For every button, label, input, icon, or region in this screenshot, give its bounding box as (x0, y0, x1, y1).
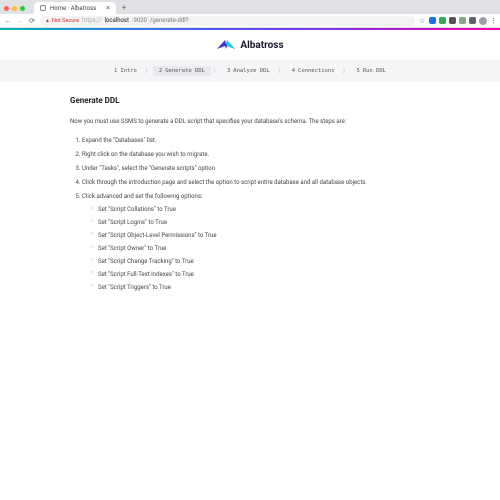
step-number: 2 (159, 68, 162, 74)
minimize-window-icon[interactable] (12, 6, 17, 11)
url-port: :9020 (132, 17, 147, 24)
toolbar: ← → ⟳ Not Secure https://localhost:9020/… (0, 14, 500, 28)
extension-icon[interactable] (439, 17, 446, 24)
app-header: Albatross (0, 30, 500, 60)
window-controls (4, 6, 25, 11)
instruction-item: Expand the "Databases" list. (82, 136, 430, 145)
brand-name: Albatross (240, 40, 283, 51)
option-list: Set "Script Collations" to True Set "Scri… (82, 205, 430, 292)
not-secure-badge[interactable]: Not Secure (45, 18, 79, 24)
chevron-right-icon: 〉 (211, 66, 221, 76)
step-intro[interactable]: 1Intro (108, 66, 143, 76)
address-bar[interactable]: Not Secure https://localhost:9020/genera… (40, 16, 415, 26)
intro-text: Now you must use SSMS to generate a DDL … (70, 117, 430, 126)
step-number: 5 (357, 68, 360, 74)
url-scheme: https:// (82, 17, 101, 24)
chevron-right-icon: 〉 (276, 66, 286, 76)
main-content: Generate DDL Now you must use SSMS to ge… (0, 82, 500, 307)
maximize-window-icon[interactable] (20, 6, 25, 11)
instruction-item: Click advanced and set the following opt… (82, 192, 430, 292)
step-number: 1 (114, 68, 117, 74)
url-host: localhost (104, 17, 129, 24)
option-item: Set "Script Object-Level Permissions" to… (90, 231, 430, 240)
close-window-icon[interactable] (4, 6, 9, 11)
albatross-logo-icon (216, 38, 236, 52)
profile-avatar[interactable] (479, 17, 487, 25)
option-item: Set "Script Collations" to True (90, 205, 430, 214)
step-label: Run DDL (363, 68, 386, 74)
kebab-menu-icon[interactable]: ⋮ (490, 17, 496, 25)
toolbar-actions: ☆ ⋮ (419, 17, 496, 25)
chevron-right-icon: 〉 (143, 66, 153, 76)
brand-logo[interactable]: Albatross (216, 38, 283, 52)
chevron-right-icon: 〉 (340, 66, 350, 76)
step-analyze-ddl[interactable]: 3Analyze DDL (221, 66, 276, 76)
tab-title: Home · Albatross (50, 5, 96, 12)
reload-button[interactable]: ⟳ (28, 17, 36, 25)
option-item: Set "Script Logins" to True (90, 218, 430, 227)
option-item: Set "Script Change Tracking" to True (90, 257, 430, 266)
step-number: 3 (227, 68, 230, 74)
step-label: Intro (120, 68, 137, 74)
instruction-item: Right click on the database you wish to … (82, 150, 430, 159)
bookmark-icon[interactable]: ☆ (419, 17, 426, 24)
option-item: Set "Script Owner" to True (90, 244, 430, 253)
extension-icon[interactable] (429, 17, 436, 24)
instruction-list: Expand the "Databases" list. Right click … (70, 136, 430, 292)
page-title: Generate DDL (70, 96, 430, 105)
close-tab-icon[interactable]: × (106, 4, 110, 12)
extension-icon[interactable] (449, 17, 456, 24)
forward-button[interactable]: → (16, 17, 24, 25)
instruction-item: Under "Tasks", select the "Generate scri… (82, 164, 430, 173)
extension-icon[interactable] (459, 17, 466, 24)
extensions-puzzle-icon[interactable] (469, 17, 476, 24)
back-button[interactable]: ← (4, 17, 12, 25)
instruction-item: Click through the introduction page and … (82, 178, 430, 187)
new-tab-button[interactable]: + (119, 4, 129, 12)
step-label: Generate DDL (165, 68, 205, 74)
step-number: 4 (292, 68, 295, 74)
step-label: Connections (298, 68, 334, 74)
step-label: Analyze DDL (233, 68, 269, 74)
url-path: /generate-ddl? (150, 17, 189, 24)
option-item: Set "Script Full-Text Indexes" to True (90, 270, 430, 279)
tab-strip: Home · Albatross × + (0, 0, 500, 14)
step-connections[interactable]: 4Connections (286, 66, 341, 76)
option-item: Set "Script Triggers" to True (90, 283, 430, 292)
browser-chrome: Home · Albatross × + ← → ⟳ Not Secure ht… (0, 0, 500, 28)
step-generate-ddl[interactable]: 2Generate DDL (153, 66, 211, 76)
stepper: 1Intro〉2Generate DDL〉3Analyze DDL〉4Conne… (0, 60, 500, 82)
step-run-ddl[interactable]: 5Run DDL (351, 66, 393, 76)
browser-tab[interactable]: Home · Albatross × (34, 2, 116, 14)
favicon-icon (40, 5, 46, 11)
